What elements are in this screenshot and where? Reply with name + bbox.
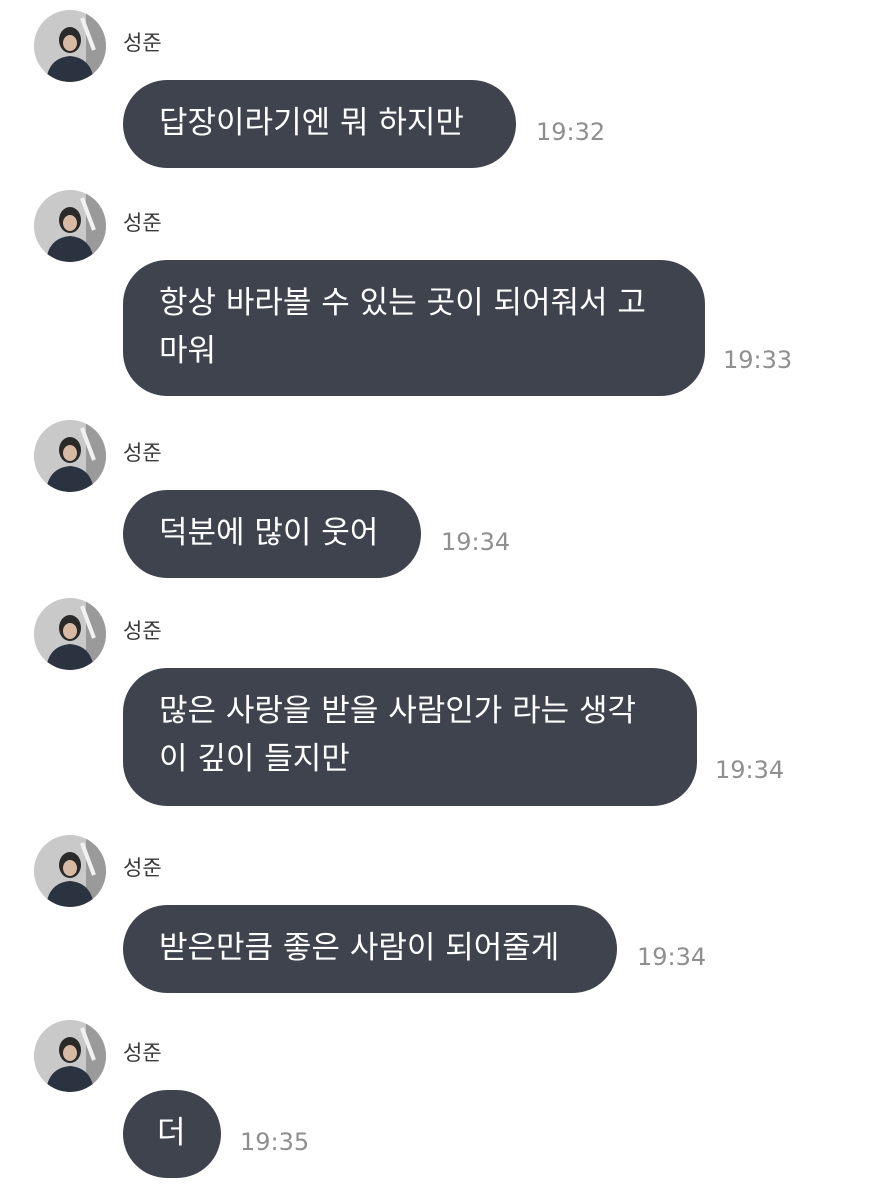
avatar-icon: [34, 10, 106, 82]
sender-name: 성준: [123, 441, 162, 465]
sender-name: 성준: [123, 31, 162, 55]
sender-name: 성준: [123, 619, 162, 643]
avatar[interactable]: [34, 420, 106, 492]
message-bubble[interactable]: 덕분에 많이 웃어: [123, 490, 421, 578]
sender-name: 성준: [123, 211, 162, 235]
avatar[interactable]: [34, 835, 106, 907]
message-item: 성준 항상 바라볼 수 있는 곳이 되어줘서 고 마워 19:33: [0, 190, 870, 400]
sender-name: 성준: [123, 856, 162, 880]
message-item: 성준 답장이라기엔 뭐 하지만 19:32: [0, 10, 870, 170]
avatar[interactable]: [34, 190, 106, 262]
message-bubble[interactable]: 더: [123, 1090, 221, 1178]
message-item: 성준 많은 사랑을 받을 사람인가 라는 생각 이 깊이 들지만 19:34: [0, 598, 870, 808]
message-time: 19:34: [715, 756, 785, 784]
avatar[interactable]: [34, 1020, 106, 1092]
avatar-icon: [34, 420, 106, 492]
sender-name: 성준: [123, 1041, 162, 1065]
message-time: 19:34: [441, 528, 511, 556]
message-bubble[interactable]: 많은 사랑을 받을 사람인가 라는 생각 이 깊이 들지만: [123, 668, 697, 806]
chat-view: 성준 답장이라기엔 뭐 하지만 19:32 성준 항상 바라볼 수 있는 곳이 …: [0, 0, 870, 1200]
message-bubble[interactable]: 항상 바라볼 수 있는 곳이 되어줘서 고 마워: [123, 260, 705, 396]
message-time: 19:35: [240, 1128, 310, 1156]
avatar-icon: [34, 835, 106, 907]
avatar-icon: [34, 190, 106, 262]
message-bubble[interactable]: 받은만큼 좋은 사람이 되어줄게: [123, 905, 617, 993]
avatar[interactable]: [34, 10, 106, 82]
message-time: 19:32: [536, 118, 606, 146]
avatar[interactable]: [34, 598, 106, 670]
message-item: 성준 더 19:35: [0, 1020, 870, 1180]
avatar-icon: [34, 1020, 106, 1092]
message-item: 성준 덕분에 많이 웃어 19:34: [0, 420, 870, 580]
avatar-icon: [34, 598, 106, 670]
message-time: 19:34: [637, 943, 707, 971]
message-item: 성준 받은만큼 좋은 사람이 되어줄게 19:34: [0, 835, 870, 995]
message-time: 19:33: [723, 346, 793, 374]
message-bubble[interactable]: 답장이라기엔 뭐 하지만: [123, 80, 516, 168]
